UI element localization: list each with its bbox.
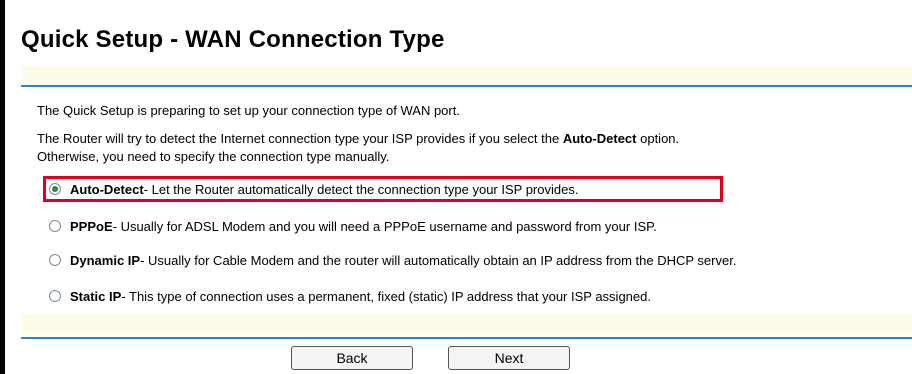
page-title: Quick Setup - WAN Connection Type (21, 26, 445, 53)
footer-divider (21, 337, 912, 339)
intro-auto-detect-keyword: Auto-Detect (562, 131, 637, 146)
option-static-ip[interactable]: Static IP - This type of connection uses… (49, 285, 651, 307)
pppoe-radio[interactable] (49, 220, 61, 232)
option-name: Static IP (70, 288, 122, 304)
option-description: - This type of connection uses a permane… (121, 288, 651, 304)
option-description: - Usually for Cable Modem and the router… (140, 252, 737, 268)
intro-line-3: Otherwise, you need to specify the conne… (37, 149, 390, 164)
intro-line-2: The Router will try to detect the Intern… (37, 131, 679, 146)
quick-setup-page: Quick Setup - WAN Connection Type The Qu… (0, 0, 912, 374)
dynamic-ip-radio[interactable] (49, 254, 61, 266)
header-divider (21, 85, 912, 87)
option-description: - Usually for ADSL Modem and you will ne… (112, 218, 657, 234)
left-border (0, 0, 5, 374)
footer-band (21, 314, 912, 335)
intro-line-1: The Quick Setup is preparing to set up y… (37, 103, 460, 118)
intro-line-2-end: option. (636, 131, 680, 146)
next-button[interactable]: Next (448, 346, 570, 370)
back-button[interactable]: Back (291, 346, 413, 370)
intro-line-2-start: The Router will try to detect the Intern… (37, 131, 563, 146)
option-name: Dynamic IP (70, 252, 141, 268)
option-dynamic-ip[interactable]: Dynamic IP - Usually for Cable Modem and… (49, 249, 736, 271)
selection-highlight-box (43, 176, 723, 202)
static-ip-radio[interactable] (49, 290, 61, 302)
option-pppoe[interactable]: PPPoE - Usually for ADSL Modem and you w… (49, 215, 657, 237)
option-name: PPPoE (70, 218, 113, 234)
title-band (21, 66, 912, 83)
